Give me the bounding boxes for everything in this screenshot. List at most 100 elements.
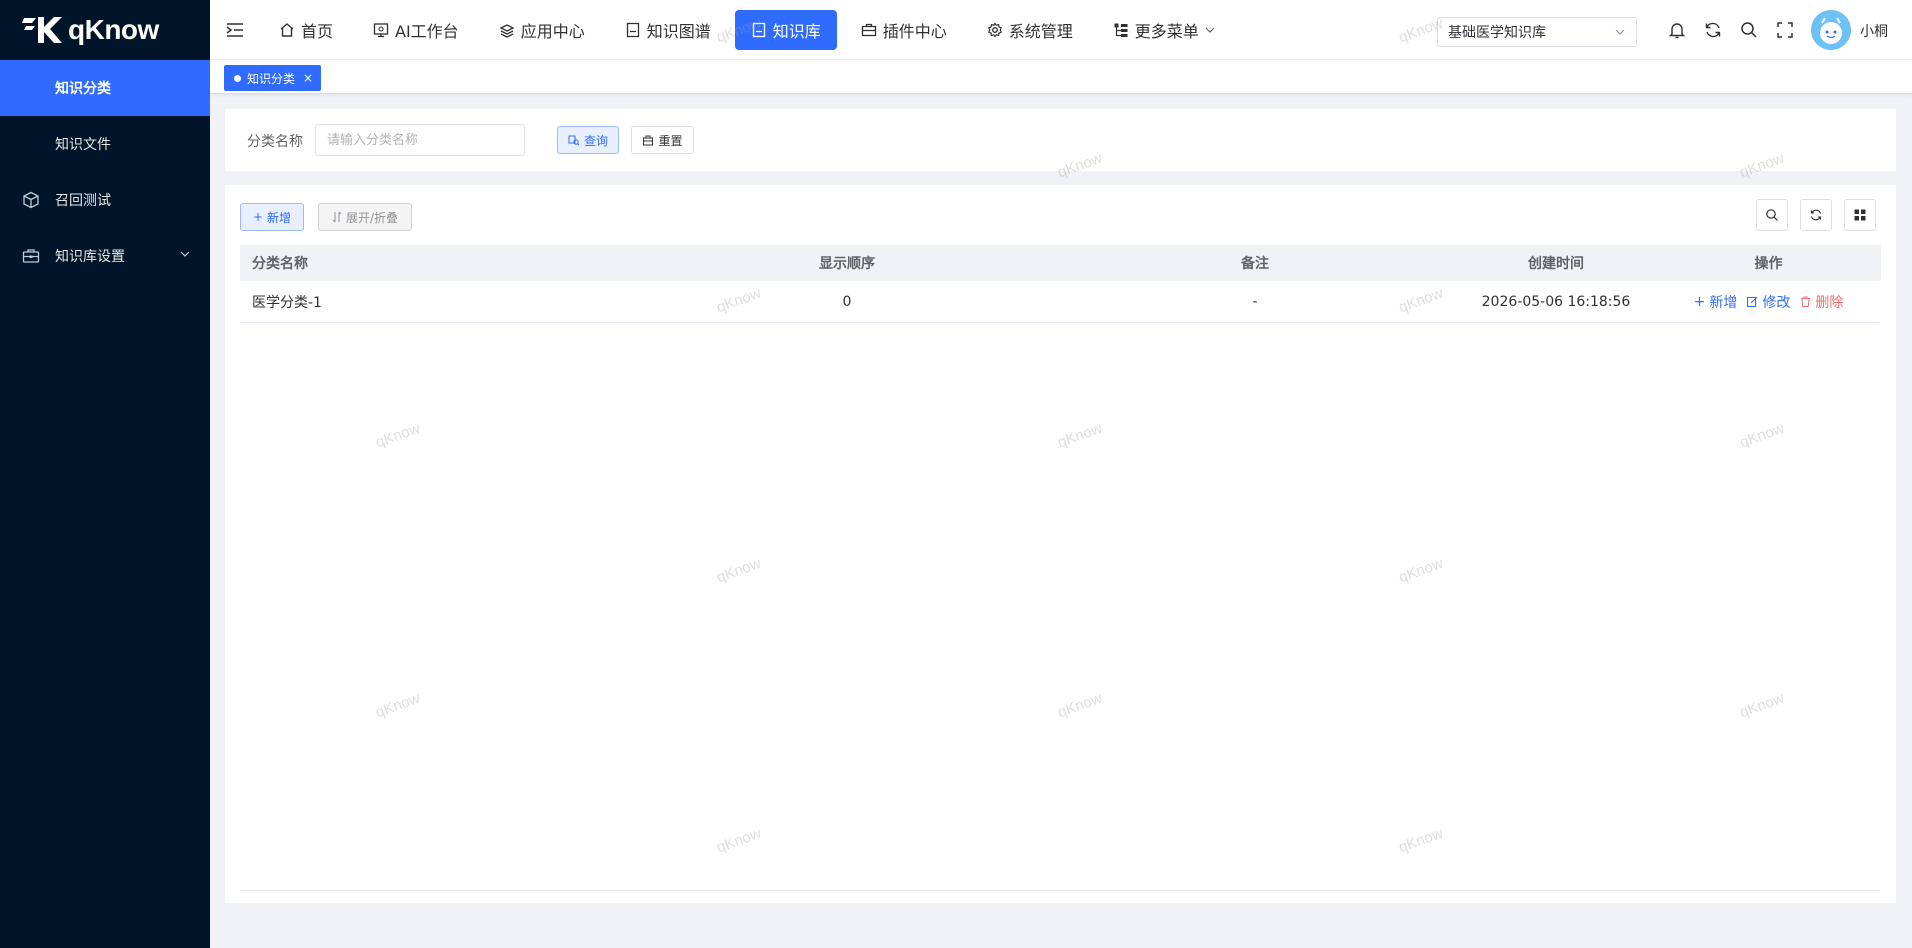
grid-icon (1854, 209, 1866, 221)
nav-label: AI工作台 (395, 22, 459, 41)
cell-created: 2026-05-06 16:18:56 (1481, 293, 1631, 310)
nav-label: 首页 (301, 22, 334, 41)
column-header: 操作 (1754, 256, 1783, 272)
layers-icon (499, 24, 515, 38)
bell-icon[interactable] (1667, 20, 1687, 40)
trash-icon (1801, 296, 1811, 307)
top-nav-menu: 首页 AI工作台 应用中心 知识图谱 知识库 插件中心 系统管理 更多菜单 (263, 10, 1239, 50)
refresh-table-button[interactable] (1800, 199, 1832, 231)
nav-knowledge-graph[interactable]: 知识图谱 (609, 10, 727, 50)
close-icon[interactable]: × (303, 71, 313, 85)
nav-label: 插件中心 (882, 22, 947, 41)
nav-plugin-center[interactable]: 插件中心 (845, 10, 963, 50)
knowledge-base-select[interactable]: 基础医学知识库 (1437, 17, 1637, 47)
sidebar-item-label: 知识文件 (55, 137, 111, 153)
kb-select-value: 基础医学知识库 (1448, 25, 1546, 41)
cell-order: 0 (842, 293, 852, 310)
sidebar-item-label: 知识分类 (55, 81, 111, 97)
avatar[interactable] (1811, 10, 1851, 50)
reset-icon (643, 135, 654, 146)
avatar-image (1811, 10, 1851, 50)
column-header[interactable]: 分类名称 (240, 253, 640, 273)
sidebar-item-kb-settings[interactable]: 知识库设置 (0, 228, 210, 284)
expand-label: 展开/折叠 (345, 210, 399, 225)
nav-system-management[interactable]: 系统管理 (971, 10, 1089, 50)
briefcase-icon (861, 23, 876, 37)
username[interactable]: 小桐 (1860, 21, 1888, 41)
gear-icon (987, 22, 1002, 38)
row-delete-button[interactable]: 删除 (1800, 292, 1843, 312)
cell-name: 医学分类-1 (252, 294, 322, 311)
sort-icon (332, 211, 342, 223)
nav-knowledge-base[interactable]: 知识库 (734, 10, 837, 50)
sidebar-item-knowledge-file[interactable]: 知识文件 (0, 116, 210, 172)
row-edit-button[interactable]: 修改 (1747, 292, 1790, 312)
active-dot (234, 74, 241, 82)
nav-label: 知识图谱 (646, 22, 711, 41)
book-icon (626, 22, 639, 38)
logo[interactable]: qKnow (0, 0, 210, 60)
logo-mark-icon (22, 17, 62, 43)
query-label: 查询 (583, 133, 608, 148)
tag-knowledge-category[interactable]: 知识分类 × (224, 65, 322, 91)
plus-icon: + (252, 210, 264, 224)
row-actions: + 新增 修改 删除 (1656, 292, 1881, 312)
nav-label: 系统管理 (1008, 22, 1073, 41)
row-add-button[interactable]: + 新增 (1694, 292, 1738, 312)
monitor-icon (373, 23, 389, 38)
row-delete-label: 删除 (1815, 294, 1844, 311)
search-icon (1766, 209, 1778, 221)
nav-label: 应用中心 (520, 22, 585, 41)
toggle-search-button[interactable] (1756, 199, 1788, 231)
category-name-input[interactable] (315, 124, 525, 156)
add-button[interactable]: + 新增 (240, 203, 304, 231)
edit-icon (1747, 296, 1758, 307)
tags-view-bar: 知识分类 × (210, 60, 1912, 94)
table-bottom-border (240, 890, 1881, 891)
reset-button[interactable]: 重置 (631, 126, 694, 154)
tree-icon (1114, 23, 1128, 37)
nav-home[interactable]: 首页 (263, 10, 349, 50)
fullscreen-icon[interactable] (1775, 20, 1795, 40)
column-header[interactable]: 显示顺序 (640, 253, 1054, 273)
table-panel: + 新增 展开/折叠 分类名称 显示顺序 备注 创建时间 操作 医学分类-1 0… (225, 185, 1896, 903)
book-icon (752, 22, 765, 38)
category-table: 分类名称 显示顺序 备注 创建时间 操作 医学分类-1 0 - 2026-05-… (240, 245, 1881, 323)
refresh-icon[interactable] (1703, 20, 1723, 40)
nav-more-menu[interactable]: 更多菜单 (1097, 10, 1231, 50)
plus-icon: + (1693, 293, 1706, 310)
sidebar-item-recall-test[interactable]: 召回测试 (0, 172, 210, 228)
sidebar-item-label: 知识库设置 (55, 249, 125, 265)
brand-name: qKnow (68, 14, 159, 45)
nav-label: 更多菜单 (1134, 22, 1199, 41)
row-add-label: 新增 (1709, 294, 1738, 311)
sidebar: qKnow 知识分类 知识文件 召回测试 知识库设置 (0, 0, 210, 948)
home-icon (280, 23, 294, 37)
reset-label: 重置 (658, 133, 683, 148)
top-navbar: 首页 AI工作台 应用中心 知识图谱 知识库 插件中心 系统管理 更多菜单 基础… (210, 0, 1912, 60)
cell-remark: - (1252, 293, 1258, 310)
nav-ai-workbench[interactable]: AI工作台 (357, 10, 475, 50)
table-row[interactable]: 医学分类-1 0 - 2026-05-06 16:18:56 + 新增 修改 删… (240, 281, 1881, 323)
nav-app-center[interactable]: 应用中心 (483, 10, 601, 50)
refresh-icon (1810, 209, 1822, 221)
query-button[interactable]: 查询 (557, 126, 619, 154)
row-edit-label: 修改 (1762, 294, 1791, 311)
add-label: 新增 (267, 210, 292, 225)
column-header[interactable]: 备注 (1054, 253, 1456, 273)
collapse-menu-icon[interactable] (225, 20, 245, 40)
search-label: 分类名称 (247, 134, 303, 150)
sidebar-item-label: 召回测试 (55, 193, 111, 209)
chevron-down-icon (180, 251, 190, 257)
expand-collapse-button[interactable]: 展开/折叠 (318, 203, 412, 231)
tag-label: 知识分类 (247, 71, 296, 86)
cube-icon (23, 191, 39, 209)
columns-button[interactable] (1844, 199, 1876, 231)
column-header[interactable]: 创建时间 (1456, 253, 1656, 273)
search-icon[interactable] (1739, 20, 1759, 40)
sidebar-item-knowledge-category[interactable]: 知识分类 (0, 60, 210, 116)
chevron-down-icon (1205, 27, 1215, 33)
toolbox-icon (22, 249, 40, 263)
table-header: 分类名称 显示顺序 备注 创建时间 操作 (240, 245, 1881, 281)
search-icon (568, 135, 580, 146)
